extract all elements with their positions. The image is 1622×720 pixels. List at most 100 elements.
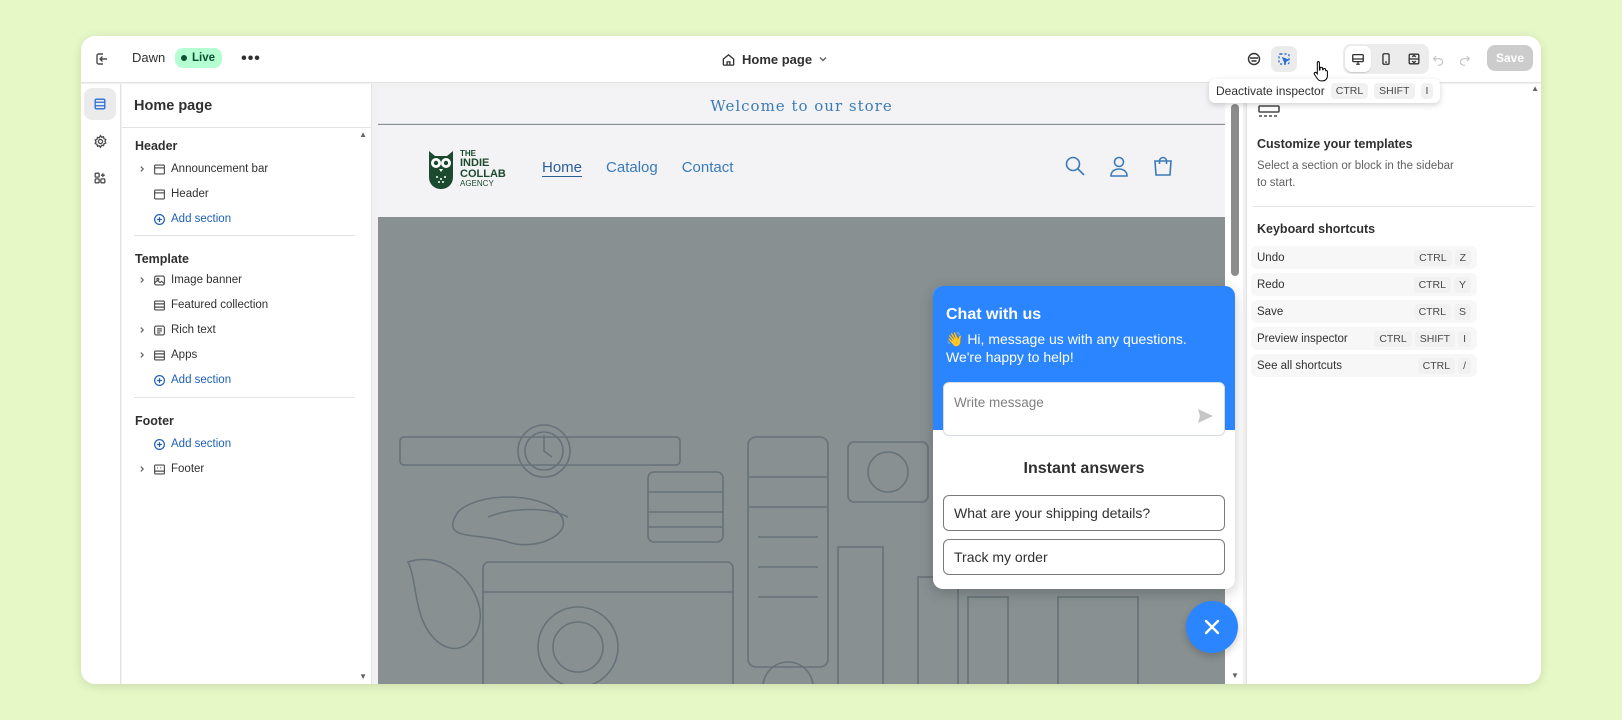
shortcut-key: /: [1458, 357, 1471, 374]
panel-title: Customize your templates: [1257, 137, 1413, 151]
section-icon: [152, 187, 166, 201]
fullscreen-view-button[interactable]: [1401, 46, 1427, 72]
shortcut-key: Z: [1454, 249, 1471, 266]
template-group-title: Template: [135, 252, 189, 266]
sidebar-item-announcement-bar[interactable]: Announcement bar: [135, 158, 268, 180]
chevron-right-icon[interactable]: [135, 165, 149, 173]
add-section-footer[interactable]: Add section: [135, 433, 231, 455]
chevron-right-icon[interactable]: [135, 276, 149, 284]
faq-button-track-order[interactable]: Track my order: [943, 539, 1225, 575]
tooltip-text: Deactivate inspector: [1216, 84, 1325, 98]
sections-nav-button[interactable]: [84, 88, 116, 120]
more-actions-button[interactable]: •••: [238, 46, 264, 72]
fullscreen-icon: [1408, 53, 1420, 65]
scroll-down-arrow-icon[interactable]: ▼: [359, 672, 367, 681]
pointer-cursor-icon: [1313, 60, 1329, 87]
shortcut-label: See all shortcuts: [1257, 359, 1343, 372]
header-group-title: Header: [135, 139, 178, 153]
logo-line: AGENCY: [460, 179, 494, 188]
sidebar-item-label: Footer: [171, 463, 205, 475]
chat-message-input[interactable]: Write message: [943, 382, 1225, 436]
sidebar-item-label: Featured collection: [171, 299, 269, 311]
desktop-view-button[interactable]: [1345, 46, 1371, 72]
divider: [1253, 206, 1535, 207]
sidebar-item-featured-collection[interactable]: Featured collection: [135, 294, 268, 316]
store-header[interactable]: THE INDIE COLLAB AGENCY Home Catalog Con…: [378, 125, 1225, 217]
scroll-up-arrow-icon[interactable]: ▲: [1531, 84, 1539, 93]
shortcut-row[interactable]: See all shortcuts CTRL /: [1251, 354, 1477, 377]
sections-icon: [94, 98, 106, 110]
shortcut-row: Undo CTRL Z: [1251, 246, 1477, 269]
plus-circle-icon: [152, 212, 166, 226]
announcement-bar[interactable]: Welcome to our store: [378, 88, 1225, 124]
chat-title: Chat with us: [946, 306, 1042, 323]
store-nav: Home Catalog Contact: [542, 159, 733, 176]
section-icon: [152, 162, 166, 176]
instant-answers-title: Instant answers: [1023, 460, 1145, 477]
store-logo[interactable]: THE INDIE COLLAB AGENCY: [426, 147, 506, 191]
account-icon[interactable]: [1108, 155, 1130, 177]
live-badge-label: Live: [192, 52, 216, 64]
add-section-label: Add section: [171, 438, 232, 450]
owl-logo-icon: [429, 151, 453, 189]
nav-link-catalog[interactable]: Catalog: [606, 159, 658, 176]
divider: [122, 127, 371, 128]
chat-widget: Chat with us 👋 Hi, message us with any q…: [933, 286, 1235, 589]
sidebar-item-label: Apps: [171, 349, 198, 361]
save-button[interactable]: Save: [1487, 45, 1533, 71]
chevron-right-icon[interactable]: [135, 351, 149, 359]
shortcut-label: Undo: [1257, 251, 1285, 264]
undo-button[interactable]: [1425, 46, 1451, 72]
scroll-down-arrow-icon[interactable]: ▼: [1231, 671, 1239, 680]
redo-button[interactable]: [1451, 46, 1477, 72]
nav-link-home[interactable]: Home: [542, 159, 582, 176]
shortcut-key: CTRL: [1413, 276, 1451, 293]
shortcuts-title: Keyboard shortcuts: [1257, 222, 1376, 236]
add-section-header[interactable]: Add section: [135, 208, 231, 230]
inspector-toggle-button[interactable]: [1271, 46, 1297, 72]
send-icon[interactable]: [1196, 407, 1214, 425]
search-icon[interactable]: [1064, 155, 1086, 177]
mobile-view-button[interactable]: [1373, 46, 1399, 72]
chat-close-button[interactable]: [1186, 601, 1238, 653]
logo-text: THE INDIE COLLAB AGENCY: [460, 150, 506, 188]
add-section-label: Add section: [171, 374, 232, 386]
shortcut-key: CTRL: [1374, 330, 1412, 347]
undo-icon: [1432, 55, 1443, 66]
exit-icon[interactable]: [89, 46, 115, 72]
shortcut-label: Redo: [1257, 278, 1285, 291]
shortcut-label: Preview inspector: [1257, 332, 1348, 345]
page-selector[interactable]: Home page: [721, 48, 828, 70]
sidebar-item-rich-text[interactable]: Rich text: [135, 319, 216, 341]
plus-circle-icon: [152, 437, 166, 451]
inspector-icon: [1278, 53, 1290, 65]
shortcut-key: Y: [1453, 276, 1471, 293]
shortcut-row: Redo CTRL Y: [1251, 273, 1477, 296]
nav-link-contact[interactable]: Contact: [682, 159, 734, 176]
embed-icon: [1247, 52, 1261, 66]
scroll-up-arrow-icon[interactable]: ▲: [359, 130, 367, 139]
plus-circle-icon: [152, 373, 166, 387]
apps-nav-button[interactable]: [84, 162, 116, 194]
faq-button-shipping[interactable]: What are your shipping details?: [943, 495, 1225, 531]
sidebar-item-image-banner[interactable]: Image banner: [135, 269, 242, 291]
chevron-right-icon[interactable]: [135, 465, 149, 473]
sidebar-item-footer[interactable]: Footer: [135, 458, 204, 480]
chevron-right-icon[interactable]: [135, 326, 149, 334]
settings-panel: ▲ Customize your templates Select a sect…: [1246, 84, 1541, 684]
sidebar-item-label: Rich text: [171, 324, 216, 336]
left-rail: [81, 84, 121, 684]
sidebar-item-label: Announcement bar: [171, 163, 269, 175]
sidebar-item-header[interactable]: Header: [135, 183, 209, 205]
sections-sidebar: Home page ▲ Header Announcement bar Head…: [122, 84, 372, 684]
viewport-switcher: [1343, 44, 1429, 74]
scrollbar-thumb[interactable]: [1231, 104, 1239, 276]
shortcut-key: CTRL: [1413, 303, 1451, 320]
cart-icon[interactable]: [1152, 155, 1174, 177]
app-embeds-button[interactable]: [1241, 46, 1267, 72]
sidebar-item-apps[interactable]: Apps: [135, 344, 197, 366]
chat-input-placeholder: Write message: [954, 395, 1044, 410]
theme-settings-nav-button[interactable]: [84, 125, 116, 157]
add-section-template[interactable]: Add section: [135, 369, 231, 391]
collection-icon: [152, 298, 166, 312]
